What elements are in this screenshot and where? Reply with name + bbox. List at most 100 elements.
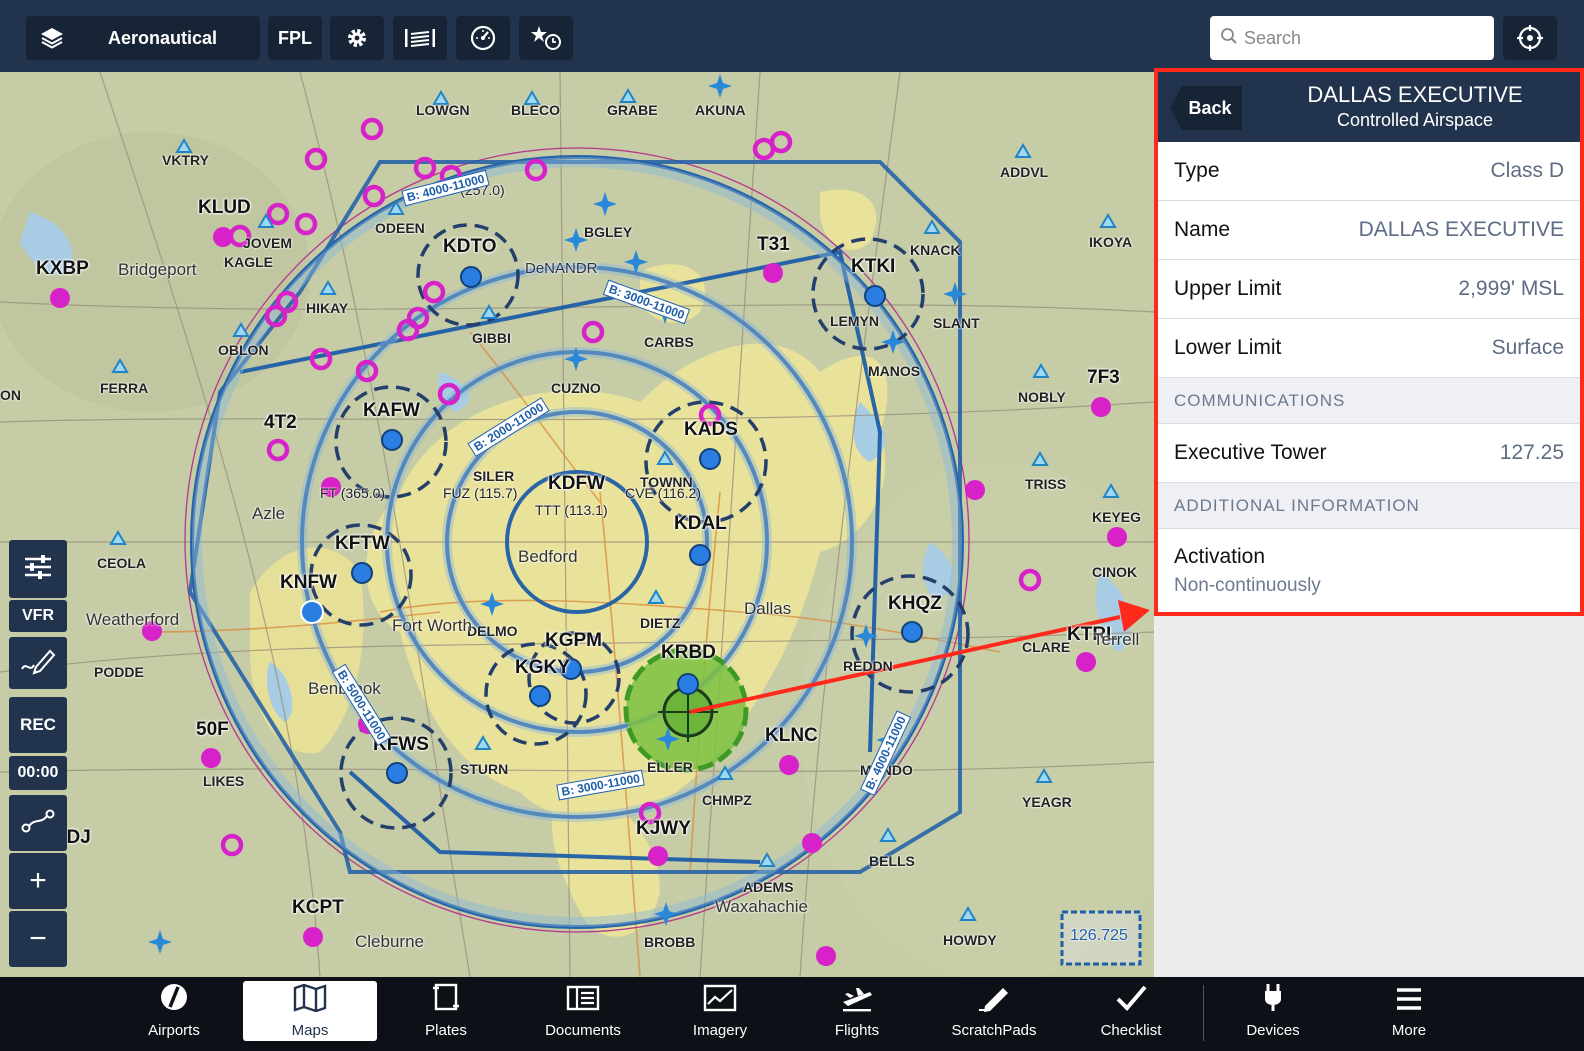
search-input[interactable] bbox=[1244, 27, 1474, 49]
airport-label[interactable]: KRBD bbox=[661, 642, 716, 664]
airport-label[interactable]: T31 bbox=[757, 234, 790, 256]
city-label: Waxahachie bbox=[715, 897, 808, 916]
panel-header: Back DALLAS EXECUTIVE Controlled Airspac… bbox=[1158, 72, 1580, 142]
row-key: Lower Limit bbox=[1174, 336, 1282, 359]
plates-icon bbox=[432, 982, 460, 1022]
center-location-button[interactable] bbox=[1503, 16, 1557, 60]
tab-label: Devices bbox=[1246, 1022, 1300, 1039]
map-label: BGLEY bbox=[584, 224, 633, 240]
record-button[interactable]: REC bbox=[9, 697, 67, 753]
search-icon bbox=[1220, 27, 1238, 50]
airport-label[interactable]: KHQZ bbox=[888, 593, 942, 615]
airport-label[interactable]: KNFW bbox=[280, 572, 337, 594]
settings-button[interactable] bbox=[330, 16, 384, 60]
search-box[interactable] bbox=[1210, 16, 1494, 60]
airport-label[interactable]: KFTW bbox=[335, 533, 390, 555]
tab-imagery[interactable]: Imagery bbox=[653, 981, 787, 1041]
star-clock-icon bbox=[530, 25, 562, 51]
instruments-button[interactable] bbox=[456, 16, 510, 60]
airport-label[interactable]: 4T2 bbox=[264, 412, 297, 434]
tab-separator bbox=[1203, 985, 1204, 1041]
layers-icon bbox=[40, 27, 64, 49]
tab-flights[interactable]: Flights bbox=[790, 981, 924, 1041]
info-row-tower-frequency[interactable]: Executive Tower 127.25 bbox=[1158, 424, 1580, 483]
weather-button[interactable] bbox=[393, 16, 447, 60]
airport-label[interactable]: KADS bbox=[684, 419, 738, 441]
map-label: CINOK bbox=[1092, 564, 1138, 580]
tab-checklist[interactable]: Checklist bbox=[1064, 981, 1198, 1041]
row-key: Type bbox=[1174, 159, 1220, 182]
zoom-out-button[interactable]: − bbox=[9, 911, 67, 967]
route-icon bbox=[21, 808, 55, 839]
airport-label[interactable]: 50F bbox=[196, 719, 229, 741]
tab-devices[interactable]: Devices bbox=[1206, 981, 1340, 1041]
vfr-toggle[interactable]: VFR bbox=[9, 600, 67, 632]
airport-label[interactable]: KXBP bbox=[36, 258, 89, 280]
tab-maps[interactable]: Maps bbox=[243, 981, 377, 1041]
airport-label[interactable]: KCPT bbox=[292, 897, 344, 919]
map-label: DIETZ bbox=[640, 615, 681, 631]
tab-documents[interactable]: Documents bbox=[516, 981, 650, 1041]
tab-label: Checklist bbox=[1100, 1022, 1162, 1039]
info-row-name: Name DALLAS EXECUTIVE bbox=[1158, 201, 1580, 260]
back-button[interactable]: Back bbox=[1170, 86, 1242, 130]
route-tool-button[interactable] bbox=[9, 795, 67, 851]
record-timer: 00:00 bbox=[9, 756, 67, 790]
panel-subtitle: Controlled Airspace bbox=[1336, 110, 1494, 130]
city-label: Bridgeport bbox=[118, 260, 197, 279]
airport-label[interactable]: KLUD bbox=[198, 197, 251, 219]
crosshair-icon bbox=[1517, 25, 1543, 51]
fpl-button[interactable]: FPL bbox=[268, 16, 322, 60]
flights-icon bbox=[840, 984, 874, 1022]
map-label: ADEMS bbox=[743, 879, 794, 895]
airport-label[interactable]: KAFW bbox=[363, 400, 420, 422]
airport-label[interactable]: KDTO bbox=[443, 236, 496, 258]
city-label: Terrell bbox=[1093, 630, 1140, 649]
row-value: Class D bbox=[1490, 159, 1564, 182]
map-label: CARBS bbox=[644, 334, 694, 350]
airport-label[interactable]: 7F3 bbox=[1087, 367, 1120, 389]
row-key: Executive Tower bbox=[1174, 441, 1327, 464]
tab-label: ScratchPads bbox=[951, 1022, 1037, 1039]
bottom-tab-bar: Airports Maps Plates Documents Imagery F… bbox=[0, 977, 1584, 1051]
airspace-info-panel: Back DALLAS EXECUTIVE Controlled Airspac… bbox=[1154, 68, 1584, 616]
map-settings-button[interactable] bbox=[9, 540, 67, 598]
airport-icon bbox=[159, 982, 189, 1022]
gauge-icon bbox=[470, 25, 496, 51]
map-label: CEOLA bbox=[97, 555, 146, 571]
info-row-type: Type Class D bbox=[1158, 142, 1580, 201]
map-label: BLECO bbox=[511, 102, 560, 118]
zoom-in-button[interactable]: + bbox=[9, 853, 67, 909]
imagery-icon bbox=[703, 984, 737, 1022]
draw-button[interactable] bbox=[9, 637, 67, 689]
tab-label: Imagery bbox=[692, 1022, 748, 1039]
airport-label[interactable]: KLNC bbox=[765, 725, 818, 747]
map-label: DELMO bbox=[467, 623, 518, 639]
airport-label[interactable]: KGPM bbox=[545, 630, 602, 652]
map-label: AKUNA bbox=[695, 102, 746, 118]
map-label: REDDN bbox=[843, 658, 893, 674]
map-label: CLARE bbox=[1022, 639, 1071, 655]
plus-icon: + bbox=[29, 864, 47, 897]
airport-label[interactable]: KDFW bbox=[548, 473, 605, 495]
tab-label: Plates bbox=[425, 1022, 467, 1039]
row-value: 127.25 bbox=[1499, 441, 1564, 464]
airport-label[interactable]: KJWY bbox=[636, 818, 691, 840]
favorites-recents-button[interactable] bbox=[519, 16, 573, 60]
navaid-label: FUZ (115.7) bbox=[443, 485, 518, 501]
tab-label: Maps bbox=[291, 1022, 329, 1039]
airport-label[interactable]: KGKY bbox=[515, 657, 570, 679]
tab-scratchpads[interactable]: ScratchPads bbox=[927, 981, 1061, 1041]
tab-plates[interactable]: Plates bbox=[379, 981, 513, 1041]
tab-more[interactable]: More bbox=[1342, 981, 1476, 1041]
airport-label[interactable]: KDAL bbox=[674, 513, 727, 535]
map-label: PODDE bbox=[94, 664, 144, 680]
layers-button[interactable]: Aeronautical bbox=[26, 16, 260, 60]
map-label: KEYEG bbox=[1092, 509, 1142, 525]
tab-airports[interactable]: Airports bbox=[107, 981, 241, 1041]
tab-label: Flights bbox=[834, 1022, 880, 1039]
map-label: TRISS bbox=[1025, 476, 1067, 492]
map-label: OBLON bbox=[218, 342, 269, 358]
sectional-map[interactable]: LOWGN BLECO GRABE AKUNA VKTRY ADDVL IKOY… bbox=[0, 72, 1154, 977]
airport-label[interactable]: KTKI bbox=[851, 256, 895, 278]
